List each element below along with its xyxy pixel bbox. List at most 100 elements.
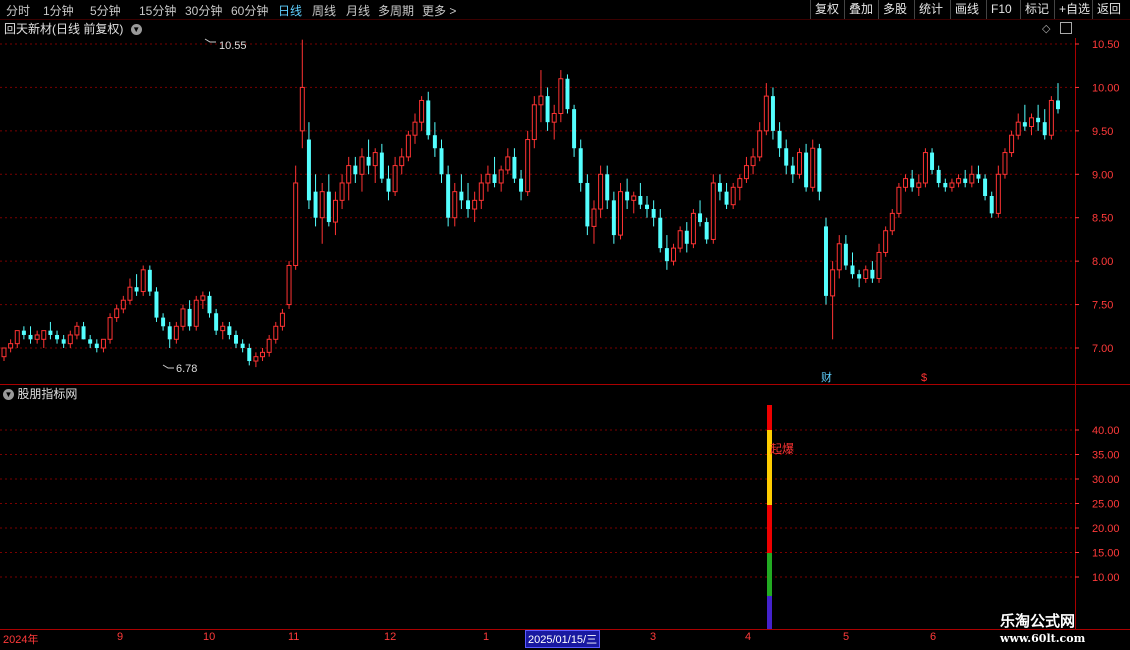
period-tab-5min[interactable]: 5分钟 [90,2,121,19]
candle [730,182,736,210]
candlestick-chart[interactable]: 10.50 10.00 9.50 9.00 8.50 8.00 7.50 7.00 10.55… [0,20,1130,385]
period-tab-daily[interactable]: 日线 [278,2,302,19]
candle-body [100,338,106,349]
candle-body [253,356,259,362]
multi-stock-button[interactable]: 多股 [878,0,911,19]
candle-body [1056,100,1060,110]
candle-body [306,139,311,201]
candle-body [989,196,994,214]
candle [94,339,99,353]
period-tab-fenshi[interactable]: 分时 [6,2,30,19]
candle [704,217,709,244]
candle [638,182,643,210]
date-label: 12 [384,631,397,643]
candle [936,165,941,188]
candle-body [187,308,192,327]
mark-button[interactable]: 标记 [1020,0,1053,19]
candle [651,200,656,227]
period-tab-multi[interactable]: 多周期 [378,2,414,19]
candle-body [366,156,371,166]
candle [796,148,802,179]
candle-body [173,325,179,340]
candle [260,348,266,362]
dollar-marker[interactable]: $ [921,372,927,384]
candle [804,143,809,192]
candle-body [1002,152,1008,175]
period-tab-weekly[interactable]: 周线 [312,2,336,19]
candle [995,165,1001,218]
candle-body [538,95,544,106]
candle [810,139,816,192]
candle-body [995,173,1001,214]
candle-body [876,251,882,280]
period-tab-15min[interactable]: 15分钟 [139,2,176,19]
back-button[interactable]: 返回 [1092,0,1125,19]
candle [439,139,444,183]
candle [750,148,756,175]
candle [234,330,239,348]
candle [346,156,352,201]
period-tab-60min[interactable]: 60分钟 [231,2,268,19]
candle-body [67,334,73,345]
candle [770,87,775,140]
candle-body [618,191,623,236]
candle [743,156,749,183]
candle-body [830,269,836,297]
candle [478,174,484,210]
add-watchlist-button[interactable]: +自选 [1054,0,1094,19]
indicator-chart[interactable]: 40.00 35.00 30.00 25.00 20.00 15.00 10.00 起爆 [0,385,1130,630]
candle [154,287,159,322]
candle [823,217,828,305]
candle [817,143,822,201]
candle-body [21,330,26,335]
candle [14,330,20,348]
candle [876,243,882,283]
period-tab-30min[interactable]: 30分钟 [185,2,222,19]
candle [366,139,371,175]
candle-body [120,299,126,310]
candle-body [61,339,66,344]
candle-body [916,182,922,188]
candle [359,148,365,192]
candle-body [372,152,378,167]
candle-body [34,334,40,340]
candle [193,295,199,331]
period-tab-more[interactable]: 更多 > [422,2,456,19]
draw-line-button[interactable]: 画线 [950,0,983,19]
candle-body [293,182,299,266]
candle-body [505,156,511,171]
candle-body [710,182,716,240]
finance-marker[interactable]: 财 [821,370,832,384]
candle-body [498,169,504,184]
candle [545,87,550,131]
candle [134,274,139,296]
period-tab-1min[interactable]: 1分钟 [43,2,74,19]
candle-body [896,186,902,214]
candle [81,321,86,340]
candle-body [134,287,139,292]
indicator-axis-label: 20.00 [1092,523,1120,535]
candle-body [724,191,729,205]
candle-body [969,173,975,184]
candle [572,104,577,157]
price-axis-label: 7.00 [1092,343,1113,355]
candle [426,91,431,140]
candle [28,326,33,344]
price-axis-label: 9.50 [1092,126,1113,138]
candle-body [392,165,398,193]
candle [558,70,564,123]
candle-body [273,325,279,340]
overlay-button[interactable]: 叠加 [844,0,877,19]
candle [737,174,743,201]
date-axis: 2024年 9 10 11 12 1 2025/01/15/三 3 4 5 6 [0,630,1130,650]
statistics-button[interactable]: 统计 [914,0,947,19]
candle [963,169,968,188]
fuquan-button[interactable]: 复权 [810,0,843,19]
candle-body [1009,134,1015,154]
candle-body [983,178,988,196]
candle [167,321,172,348]
candle-body [519,178,524,192]
f10-button[interactable]: F10 [986,0,1016,19]
period-tab-monthly[interactable]: 月线 [346,2,370,19]
candle-body [823,226,828,296]
